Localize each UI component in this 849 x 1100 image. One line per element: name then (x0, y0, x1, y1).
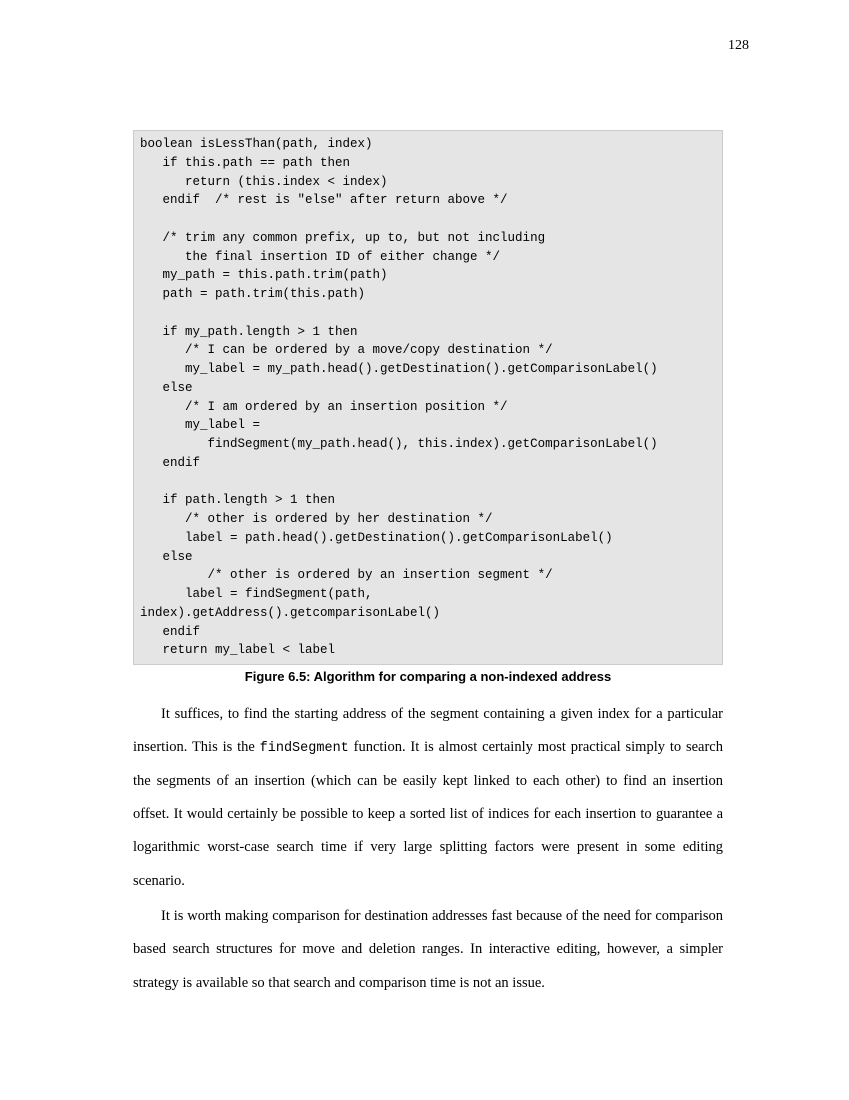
para1-text-b: function. It is almost certainly most pr… (133, 739, 723, 888)
paragraph-2: It is worth making comparison for destin… (133, 900, 723, 1000)
page-content: boolean isLessThan(path, index) if this.… (133, 130, 723, 1002)
figure-caption: Figure 6.5: Algorithm for comparing a no… (133, 669, 723, 684)
page-number: 128 (728, 38, 749, 54)
inline-code-findsegment: findSegment (260, 741, 349, 756)
paragraph-1: It suffices, to find the starting addres… (133, 698, 723, 898)
code-listing: boolean isLessThan(path, index) if this.… (133, 130, 723, 665)
body-text: It suffices, to find the starting addres… (133, 698, 723, 1000)
